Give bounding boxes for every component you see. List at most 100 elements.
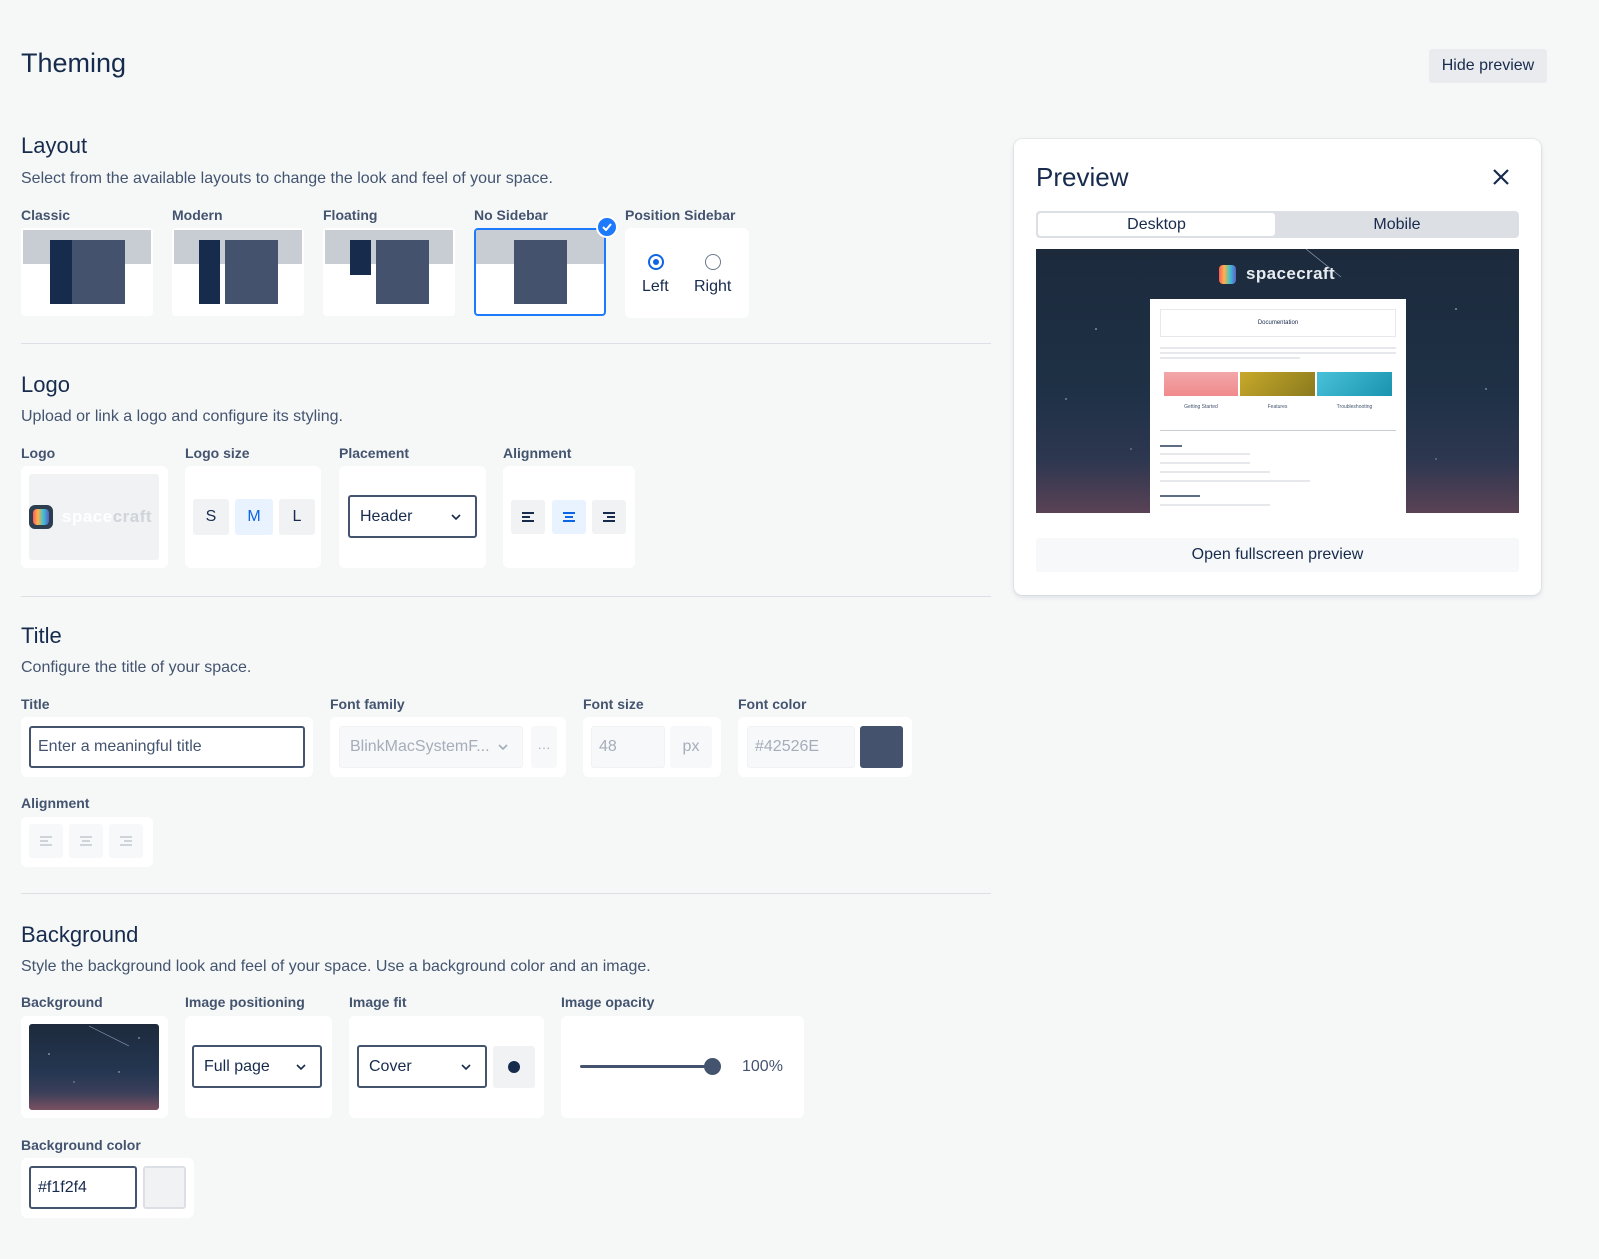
page-title: Theming bbox=[21, 48, 127, 78]
doc-text-line bbox=[1160, 352, 1396, 354]
doc-card-image bbox=[1317, 372, 1392, 396]
divider bbox=[21, 596, 991, 597]
align-right-icon bbox=[603, 512, 615, 522]
font-family-label: Font family bbox=[330, 696, 405, 712]
background-heading: Background bbox=[21, 922, 139, 947]
font-color-swatch[interactable] bbox=[860, 726, 903, 768]
image-fit-value: Cover bbox=[369, 1057, 412, 1075]
opacity-slider-thumb[interactable] bbox=[704, 1058, 721, 1075]
logo-size-s-button[interactable]: S bbox=[193, 499, 229, 535]
font-family-value: BlinkMacSystemF... bbox=[350, 738, 490, 755]
title-heading: Title bbox=[21, 623, 62, 648]
layout-option-no-sidebar[interactable] bbox=[474, 228, 606, 316]
radio-left[interactable] bbox=[648, 254, 664, 270]
doc-card-image bbox=[1164, 372, 1238, 396]
divider bbox=[21, 893, 991, 894]
placement-select[interactable]: Header bbox=[348, 495, 477, 538]
layout-option-floating[interactable] bbox=[323, 228, 455, 316]
doc-text-line bbox=[1160, 357, 1300, 359]
image-fit-anchor-button[interactable] bbox=[493, 1046, 535, 1088]
image-positioning-select[interactable]: Full page bbox=[192, 1045, 322, 1088]
image-opacity-label: Image opacity bbox=[561, 994, 655, 1010]
layout-thumb-sidebar bbox=[50, 240, 72, 304]
opacity-value: 100% bbox=[742, 1058, 783, 1075]
doc-rule bbox=[1160, 430, 1396, 431]
background-color-input[interactable]: #f1f2f4 bbox=[29, 1166, 137, 1209]
layout-thumb-sidebar bbox=[350, 240, 371, 275]
radio-right-label: Right bbox=[694, 278, 732, 295]
font-color-label: Font color bbox=[738, 696, 807, 712]
layout-thumb-content bbox=[72, 240, 125, 304]
logo-wordmark: spacecraft bbox=[62, 507, 153, 526]
close-preview-button[interactable] bbox=[1490, 166, 1512, 188]
chevron-down-icon bbox=[451, 513, 461, 520]
logo-size-l-button[interactable]: L bbox=[279, 499, 315, 535]
hide-preview-button[interactable]: Hide preview bbox=[1429, 49, 1547, 83]
title-alignment-label: Alignment bbox=[21, 795, 90, 811]
background-description: Style the background look and feel of yo… bbox=[21, 958, 651, 975]
chevron-down-icon bbox=[296, 1063, 306, 1070]
selected-check-icon bbox=[596, 216, 618, 238]
image-fit-label: Image fit bbox=[349, 994, 407, 1010]
background-color-swatch[interactable] bbox=[143, 1166, 186, 1209]
background-label: Background bbox=[21, 994, 103, 1010]
align-center-icon bbox=[563, 512, 575, 522]
layout-label-classic: Classic bbox=[21, 207, 71, 223]
title-label: Title bbox=[21, 696, 50, 712]
opacity-slider-track[interactable] bbox=[580, 1065, 712, 1068]
tab-mobile[interactable]: Mobile bbox=[1277, 213, 1517, 236]
doc-card-label: Features bbox=[1267, 404, 1288, 410]
title-input[interactable]: Enter a meaningful title bbox=[29, 726, 305, 768]
position-sidebar-label: Position Sidebar bbox=[625, 207, 736, 223]
layout-thumb-content bbox=[225, 240, 278, 304]
font-size-label: Font size bbox=[583, 696, 644, 712]
align-center-icon bbox=[80, 836, 92, 846]
doc-card-label: Troubleshooting bbox=[1336, 404, 1373, 410]
logo-align-left-button[interactable] bbox=[511, 500, 545, 534]
layout-description: Select from the available layouts to cha… bbox=[21, 170, 553, 187]
background-color-label: Background color bbox=[21, 1137, 141, 1153]
logo-align-center-button[interactable] bbox=[552, 500, 586, 534]
close-icon bbox=[1493, 169, 1509, 185]
font-size-input[interactable]: 48 bbox=[591, 726, 665, 768]
doc-text-line bbox=[1160, 347, 1396, 349]
image-fit-select[interactable]: Cover bbox=[357, 1045, 487, 1088]
doc-card-label: Getting Started bbox=[1184, 404, 1218, 410]
doc-text-line bbox=[1160, 471, 1270, 473]
logo-size-m-button[interactable]: M bbox=[235, 499, 273, 535]
star-field-icon bbox=[48, 1025, 140, 1083]
layout-option-classic[interactable] bbox=[21, 228, 153, 316]
doc-text-line bbox=[1160, 495, 1200, 497]
layout-option-modern[interactable] bbox=[172, 228, 304, 316]
background-image-thumbnail[interactable] bbox=[29, 1024, 159, 1110]
font-color-input[interactable]: #42526E bbox=[747, 726, 855, 768]
logo-alignment-label: Alignment bbox=[503, 445, 572, 461]
title-align-right-button[interactable] bbox=[109, 824, 143, 858]
doc-text-line bbox=[1160, 462, 1250, 464]
layout-thumb-content bbox=[376, 240, 429, 304]
align-left-icon bbox=[40, 836, 52, 846]
image-positioning-label: Image positioning bbox=[185, 994, 305, 1010]
image-positioning-value: Full page bbox=[204, 1057, 270, 1075]
doc-text-line bbox=[1160, 480, 1310, 482]
preview-brand: spacecraft bbox=[1246, 264, 1336, 283]
divider bbox=[21, 343, 991, 344]
layout-thumb-content bbox=[514, 240, 567, 304]
title-align-left-button[interactable] bbox=[29, 824, 63, 858]
open-fullscreen-preview-button[interactable]: Open fullscreen preview bbox=[1036, 538, 1519, 572]
logo-upload-area[interactable]: spacecraft bbox=[29, 474, 159, 560]
align-right-icon bbox=[120, 836, 132, 846]
radio-right[interactable] bbox=[705, 254, 721, 270]
title-align-center-button[interactable] bbox=[69, 824, 103, 858]
font-family-more-button[interactable]: ··· bbox=[531, 726, 557, 768]
logo-align-right-button[interactable] bbox=[592, 500, 626, 534]
layout-thumb-sidebar bbox=[199, 240, 220, 304]
chevron-down-icon bbox=[498, 744, 508, 750]
dot-icon bbox=[508, 1061, 520, 1073]
logo-description: Upload or link a logo and configure its … bbox=[21, 408, 343, 425]
spacecraft-logo-icon bbox=[29, 505, 53, 529]
layout-label-no-sidebar: No Sidebar bbox=[474, 207, 548, 223]
font-family-select[interactable]: BlinkMacSystemF... bbox=[339, 726, 523, 768]
layout-label-floating: Floating bbox=[323, 207, 378, 223]
tab-desktop[interactable]: Desktop bbox=[1038, 213, 1275, 236]
